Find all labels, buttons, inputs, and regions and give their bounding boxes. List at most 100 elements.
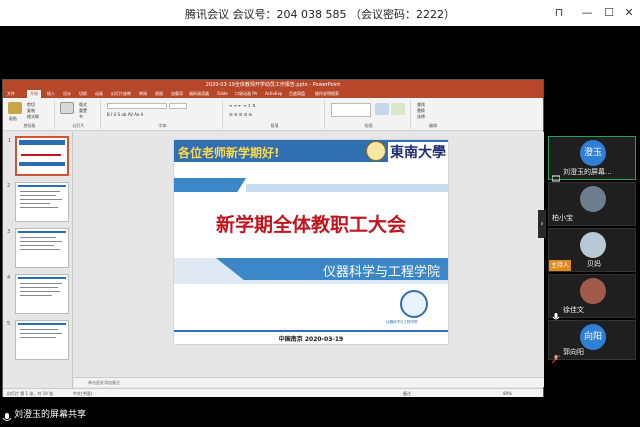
thumbnail-line — [20, 287, 58, 288]
thumbnail-line — [20, 291, 60, 292]
ribbon-group-clipboard: 粘贴 剪切 复制 格式刷 剪贴板 — [5, 100, 55, 129]
section-button[interactable]: 节 — [79, 114, 83, 120]
quick-styles-icon[interactable] — [391, 103, 405, 115]
paste-icon[interactable] — [8, 102, 22, 114]
thumbnail-header — [18, 277, 66, 279]
pin-icon[interactable]: ⊓ — [550, 4, 568, 22]
slide-thumbnail-pane: 1 2 3 4 5 — [3, 132, 73, 388]
slide-footer-line — [174, 330, 448, 332]
minimize-icon[interactable]: — — [578, 4, 596, 22]
align-buttons[interactable]: ☰ ☰ ☰ ☰ ⊞ — [229, 112, 319, 117]
thumbnail-number: 5 — [7, 321, 11, 327]
thumbnail-line — [20, 283, 62, 284]
group-label-clipboard: 剪贴板 — [23, 123, 36, 128]
thumbnail-line — [20, 241, 62, 242]
thumbnail-line — [20, 245, 54, 246]
tab-insert[interactable]: 插入 — [47, 90, 55, 98]
thumbnail-line — [20, 337, 56, 338]
tab-design[interactable]: 设计 — [63, 90, 71, 98]
font-name-select[interactable] — [107, 103, 167, 109]
microphone-icon — [552, 306, 560, 320]
share-speaker-icon — [2, 408, 12, 427]
ribbon-group-drawing: 绘图 — [327, 100, 411, 129]
group-label-font: 字体 — [158, 123, 167, 128]
group-label-slides: 幻灯片 — [72, 123, 85, 128]
current-slide[interactable]: 各位老师新学期好! 東南大學 新学期全体教职工大会 仪器科学与工程学院 仪器科学… — [174, 140, 448, 344]
participant-tile[interactable]: 柏小宝 — [548, 182, 636, 226]
slide-greeting: 各位老师新学期好! — [178, 146, 280, 160]
notes-pane[interactable]: 单击此处添加备注 — [74, 377, 544, 387]
tab-pocket-animation[interactable]: 口袋动画 PA — [235, 90, 257, 98]
ppt-ribbon-tabs: 文件 开始 插入 设计 切换 动画 幻灯片放映 审阅 视图 加载项 福昕阅读器 … — [3, 90, 543, 98]
ppt-ribbon: 粘贴 剪切 复制 格式刷 剪贴板 版式 重置 节 幻灯片 B I U S ab … — [3, 98, 543, 131]
select-button[interactable]: 选择 — [417, 114, 425, 120]
participant-name: 柏小宝 — [552, 214, 573, 222]
tab-animations[interactable]: 动画 — [95, 90, 103, 98]
participant-tile[interactable]: 主持人 贝妈 — [548, 228, 636, 272]
thumbnail-line — [20, 207, 58, 208]
slide-editing-canvas[interactable]: 各位老师新学期好! 東南大學 新学期全体教职工大会 仪器科学与工程学院 仪器科学… — [74, 132, 544, 377]
arrange-icon[interactable] — [375, 103, 389, 115]
meeting-title: 腾讯会议 会议号：204 038 585 （会议密码：2222） — [185, 8, 455, 21]
notes-toggle[interactable]: 备注 — [403, 389, 411, 398]
participant-name: 郭向阳 — [563, 348, 584, 356]
tab-baidu-netdisk[interactable]: 百度网盘 — [289, 90, 305, 98]
university-name: 東南大學 — [388, 142, 448, 162]
collapse-panel-arrow-icon[interactable]: › — [538, 210, 546, 238]
new-slide-icon[interactable] — [60, 102, 74, 114]
tab-islide[interactable]: iSlide — [217, 90, 228, 98]
group-label-editing: 编辑 — [429, 123, 437, 128]
tab-foxit[interactable]: 福昕阅读器 — [189, 90, 209, 98]
tab-file[interactable]: 文件 — [7, 90, 15, 98]
tab-view[interactable]: 视图 — [155, 90, 163, 98]
slide-thumbnail[interactable]: 4 — [7, 274, 69, 314]
slide-thumbnail[interactable]: 3 — [7, 228, 69, 268]
shared-powerpoint-window: 2020-03-19全体教师开学动员工作报告.pptx - PowerPoint… — [2, 79, 544, 397]
ppt-title-bar: 2020-03-19全体教师开学动员工作报告.pptx - PowerPoint — [3, 80, 543, 90]
zoom-level[interactable]: 89% — [503, 389, 512, 398]
university-emblem-icon — [366, 141, 386, 161]
maximize-icon[interactable]: ☐ — [600, 4, 618, 22]
slide-thumbnail[interactable]: 5 — [7, 320, 69, 360]
slide-thumbnail[interactable]: 2 — [7, 182, 69, 222]
tab-addins[interactable]: 加载项 — [171, 90, 183, 98]
participant-name: 徐佳文 — [563, 306, 584, 314]
host-badge: 主持人 — [549, 260, 572, 271]
thumbnail-line — [20, 237, 56, 238]
meeting-stage: 2020-03-19全体教师开学动员工作报告.pptx - PowerPoint… — [0, 26, 640, 402]
participant-tile[interactable]: 徐佳文 — [548, 274, 636, 320]
slide-thumbnail[interactable]: 1 — [8, 136, 69, 176]
participant-list: 澄玉 刘澄玉的屏幕... 柏小宝 主持人 贝妈 徐佳文 向阳 郭向阳 — [548, 136, 636, 364]
slide-main-title: 新学期全体教职工大会 — [215, 214, 406, 236]
format-painter-button[interactable]: 格式刷 — [27, 114, 39, 120]
group-label-drawing: 绘图 — [364, 123, 373, 128]
participant-tile[interactable]: 向阳 郭向阳 — [548, 320, 636, 364]
slide-footer: 中国南京 2020-03-19 — [278, 336, 344, 343]
paste-button[interactable]: 粘贴 — [9, 116, 17, 122]
thumbnail-line — [20, 191, 60, 192]
participant-tile[interactable]: 澄玉 刘澄玉的屏幕... — [548, 136, 636, 182]
participant-name: 贝妈 — [587, 260, 601, 268]
paragraph-buttons[interactable]: ≡ ≡ ⇤ ⇥ ↕ ⇅ — [229, 103, 319, 108]
ppt-status-bar: 幻灯片 第 1 张，共 10 张 中文(中国) 备注 89% — [3, 388, 543, 397]
close-icon[interactable]: ✕ — [620, 4, 638, 22]
font-size-select[interactable] — [169, 103, 187, 109]
tab-slideshow[interactable]: 幻灯片放映 — [111, 90, 131, 98]
slide-decor-band — [174, 178, 246, 192]
tab-review[interactable]: 审阅 — [139, 90, 147, 98]
slide-counter: 幻灯片 第 1 张，共 10 张 — [7, 391, 53, 396]
tab-transitions[interactable]: 切换 — [79, 90, 87, 98]
tab-tell-me[interactable]: 操作说明搜索 — [315, 90, 339, 98]
font-format-buttons[interactable]: B I U S ab AV Aa A — [107, 112, 187, 117]
school-logo-icon — [400, 290, 428, 318]
thumbnail-title — [21, 154, 61, 156]
tab-home[interactable]: 开始 — [27, 90, 41, 98]
participant-avatar — [580, 232, 606, 258]
participant-avatar — [580, 186, 606, 212]
thumbnail-header — [19, 140, 65, 145]
tab-activexp[interactable]: ActivExp — [265, 90, 282, 98]
shapes-gallery[interactable] — [331, 103, 371, 117]
thumbnail-header — [18, 231, 66, 233]
meeting-bottom-bar: 刘澄玉的屏幕共享 — [0, 402, 640, 424]
thumbnail-line — [20, 203, 50, 204]
